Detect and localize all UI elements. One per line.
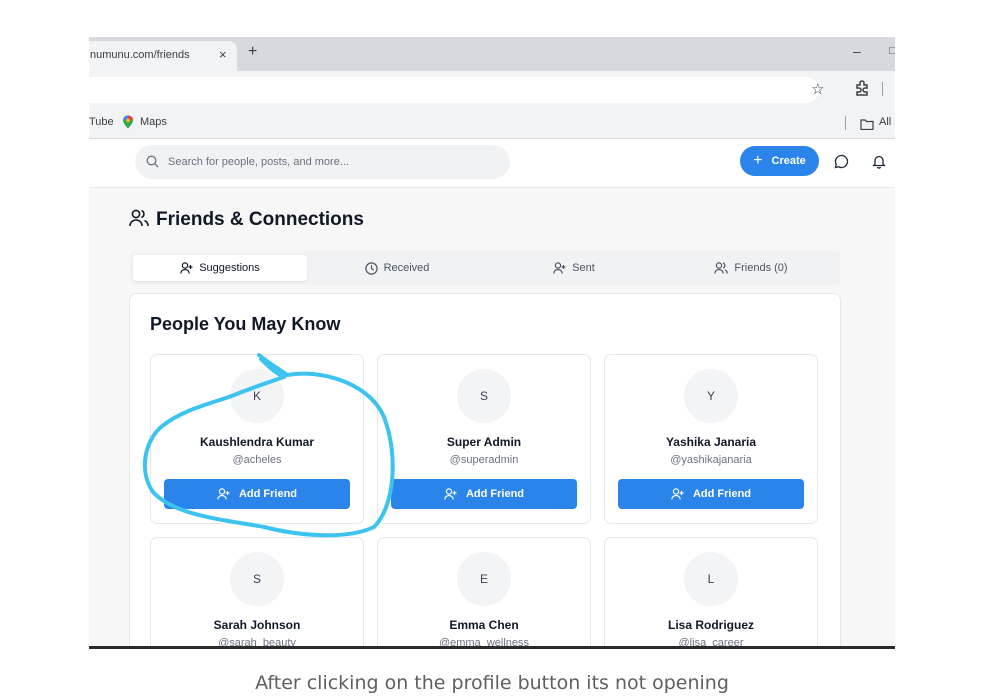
caption: After clicking on the profile button its… — [255, 672, 729, 694]
browser-screenshot: numunu.com/friends × + – □ ☆ Tube Maps A… — [89, 37, 895, 649]
annotation-circle-scribble — [142, 353, 395, 538]
